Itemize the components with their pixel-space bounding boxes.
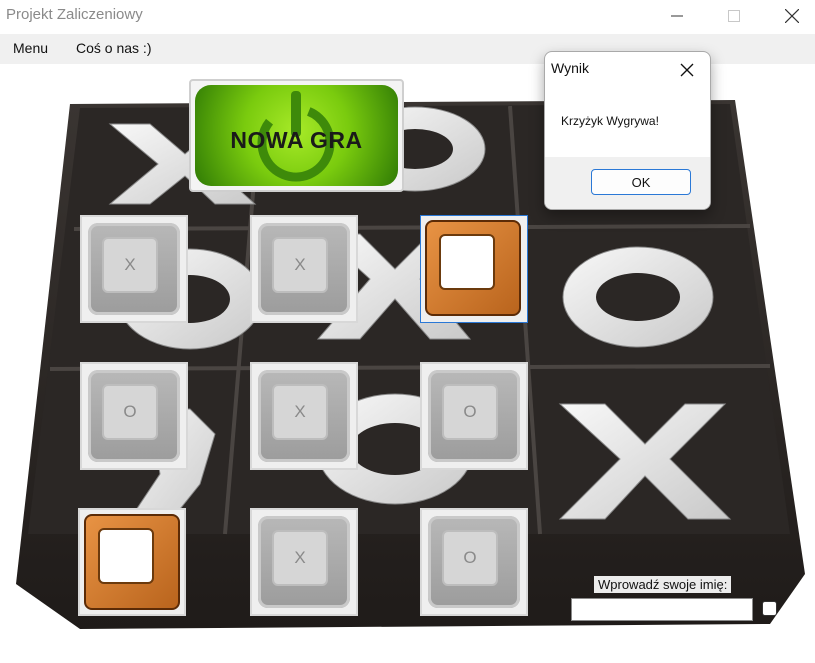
grid-cell-r1c3[interactable] [420, 215, 528, 323]
close-icon [785, 9, 799, 23]
grid-cell-r1c1[interactable]: X [80, 215, 188, 323]
grid-cell-r3c2[interactable]: X [250, 508, 358, 616]
grid-cell-r1c2[interactable]: X [250, 215, 358, 323]
new-game-button[interactable]: NOWA GRA [189, 79, 404, 192]
cell-symbol: X [272, 530, 328, 586]
cell-symbol [439, 234, 495, 290]
close-icon [680, 63, 694, 77]
cell-symbol: X [272, 237, 328, 293]
result-dialog: Wynik Krzyżyk Wygrywa! OK [544, 51, 711, 210]
name-label: Wprowadź swoje imię: [594, 576, 732, 593]
new-game-label: NOWA GRA [230, 127, 363, 153]
grid-cell-r2c2[interactable]: X [250, 362, 358, 470]
name-input[interactable] [571, 598, 753, 621]
dialog-message: Krzyżyk Wygrywa! [561, 114, 659, 128]
grid-cell-r3c3[interactable]: O [420, 508, 528, 616]
dialog-close-button[interactable] [673, 56, 701, 84]
cell-symbol: O [442, 530, 498, 586]
name-checkbox[interactable] [762, 601, 777, 616]
maximize-icon [728, 10, 740, 22]
minimize-button[interactable] [654, 0, 700, 32]
cell-symbol: X [102, 237, 158, 293]
window-title: Projekt Zaliczeniowy [6, 6, 143, 23]
ok-button[interactable]: OK [591, 169, 691, 195]
minimize-icon [671, 15, 683, 17]
cell-symbol: O [102, 384, 158, 440]
menu-item-about[interactable]: Coś o nas :) [76, 40, 151, 56]
close-button[interactable] [769, 0, 815, 32]
grid-cell-r2c3[interactable]: O [420, 362, 528, 470]
dialog-footer: OK [545, 157, 710, 209]
menu-item-menu[interactable]: Menu [13, 40, 48, 56]
dialog-title: Wynik [551, 60, 589, 76]
cell-symbol: O [442, 384, 498, 440]
grid-cell-r2c1[interactable]: O [80, 362, 188, 470]
maximize-button[interactable] [711, 0, 757, 32]
cell-symbol: X [272, 384, 328, 440]
title-bar: Projekt Zaliczeniowy [0, 0, 815, 32]
cell-symbol [98, 528, 154, 584]
grid-cell-r3c1[interactable] [78, 508, 186, 616]
